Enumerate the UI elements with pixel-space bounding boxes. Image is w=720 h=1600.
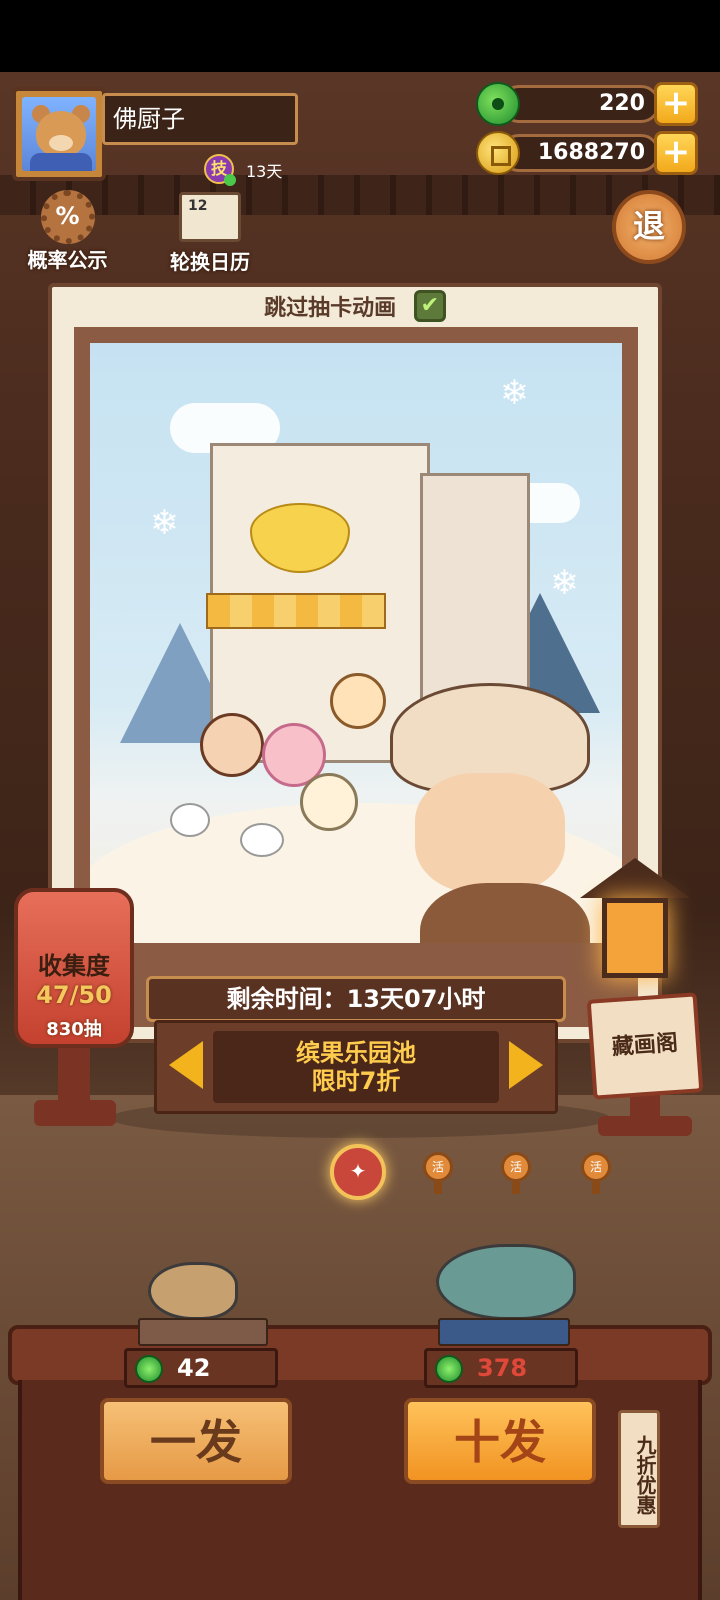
character [330,673,386,729]
bell-tail [512,1182,520,1194]
gallery-base [598,1116,692,1136]
snowflake-icon: ❄ [500,373,529,413]
avatar[interactable] [12,87,106,181]
avatar-image [22,97,96,171]
arrow-right-icon[interactable] [509,1041,543,1089]
jade-counter: 220 [500,85,660,123]
pool-name: 缤果乐园池 [296,1039,416,1067]
skill-plus-dot [224,174,236,186]
ten-cost-value: 378 [477,1354,528,1382]
seal-pet [240,823,284,857]
snowflake-icon: ❄ [150,503,179,543]
book-stack [438,1318,570,1346]
skip-animation-label: 跳过抽卡动画 [264,296,397,321]
single-cost-value: 42 [177,1354,211,1382]
pool-info: 缤果乐园池 限时7折 [213,1031,499,1103]
lantern-icon [580,858,690,998]
bell-tail [434,1182,442,1194]
pager-dot[interactable]: 活 [498,1152,534,1194]
lamp-roof [580,858,690,898]
collection-lantern[interactable]: 收集度 47/50 830抽 [14,888,134,1048]
collection-title: 收集度 [38,952,110,980]
counter-top [8,1325,712,1385]
lantern-base [34,1100,116,1126]
single-cost: 42 [124,1348,278,1388]
calendar-icon: 12 [179,192,241,242]
pager-dot[interactable]: 活 [420,1152,456,1194]
fish-single [148,1262,238,1320]
calendar-label: 轮换日历 [170,250,250,274]
jade-icon [476,82,520,126]
skill-icon[interactable]: 技 [204,154,236,186]
add-jade-button[interactable]: + [654,82,698,126]
art-frame: ❄ ❄ ❄ [74,327,638,1027]
pool-illustration: ❄ ❄ ❄ [90,343,622,943]
probability-label: 概率公示 [27,248,108,272]
pager-dot[interactable]: 活 [578,1152,614,1194]
add-coins-button[interactable]: + [654,131,698,175]
player-name[interactable]: 佛厨子 [102,93,298,145]
discount-tag: 九折优惠 [618,1410,660,1528]
shop-awning [206,593,386,629]
fish-ten [436,1244,576,1320]
remaining-time: 剩余时间：13天07小时 [146,976,566,1022]
bear-shirt [30,153,92,171]
bear-muzzle [49,135,73,151]
pager-dot-active[interactable]: ✦ [330,1144,386,1200]
probability-button[interactable]: % 概率公示 [20,190,115,272]
gear-icon: % [40,190,95,244]
gacha-card: 跳过抽卡动画 ✔ ❄ ❄ ❄ [48,283,662,1043]
coin-amount: 1688270 [537,140,645,165]
coin-icon [476,131,520,175]
draw-ten-button[interactable]: 十发 [404,1398,596,1484]
character-face [415,773,565,893]
bell-icon: 活 [423,1152,453,1182]
jade-amount: 220 [599,91,645,116]
bell-icon: 活 [581,1152,611,1182]
collection-draws: 830抽 [46,1019,102,1040]
bell-tail [592,1182,600,1194]
gallery-button[interactable]: 藏画阁 [586,992,704,1100]
seal-pet [170,803,210,837]
character [200,713,264,777]
ten-cost: 378 [424,1348,578,1388]
jade-icon [135,1355,163,1383]
book-stack [138,1318,268,1346]
draw-once-button[interactable]: 一发 [100,1398,292,1484]
pool-promo: 限时7折 [311,1067,401,1095]
exit-button[interactable]: 退 [612,190,686,264]
collection-progress: 47/50 [36,981,112,1009]
calendar-button[interactable]: 12 轮换日历 [160,192,260,274]
bell-icon: 活 [501,1152,531,1182]
character [300,773,358,831]
skip-animation-row[interactable]: 跳过抽卡动画 ✔ [52,290,658,322]
check-icon[interactable]: ✔ [413,290,446,322]
jade-icon [435,1355,463,1383]
status-bar [0,0,720,72]
skill-days: 13天 [246,162,283,181]
arrow-left-icon[interactable] [169,1041,203,1089]
lamp-light [602,898,668,978]
coin-counter: 1688270 [500,134,660,172]
pool-selector: 缤果乐园池 限时7折 [154,1020,558,1114]
